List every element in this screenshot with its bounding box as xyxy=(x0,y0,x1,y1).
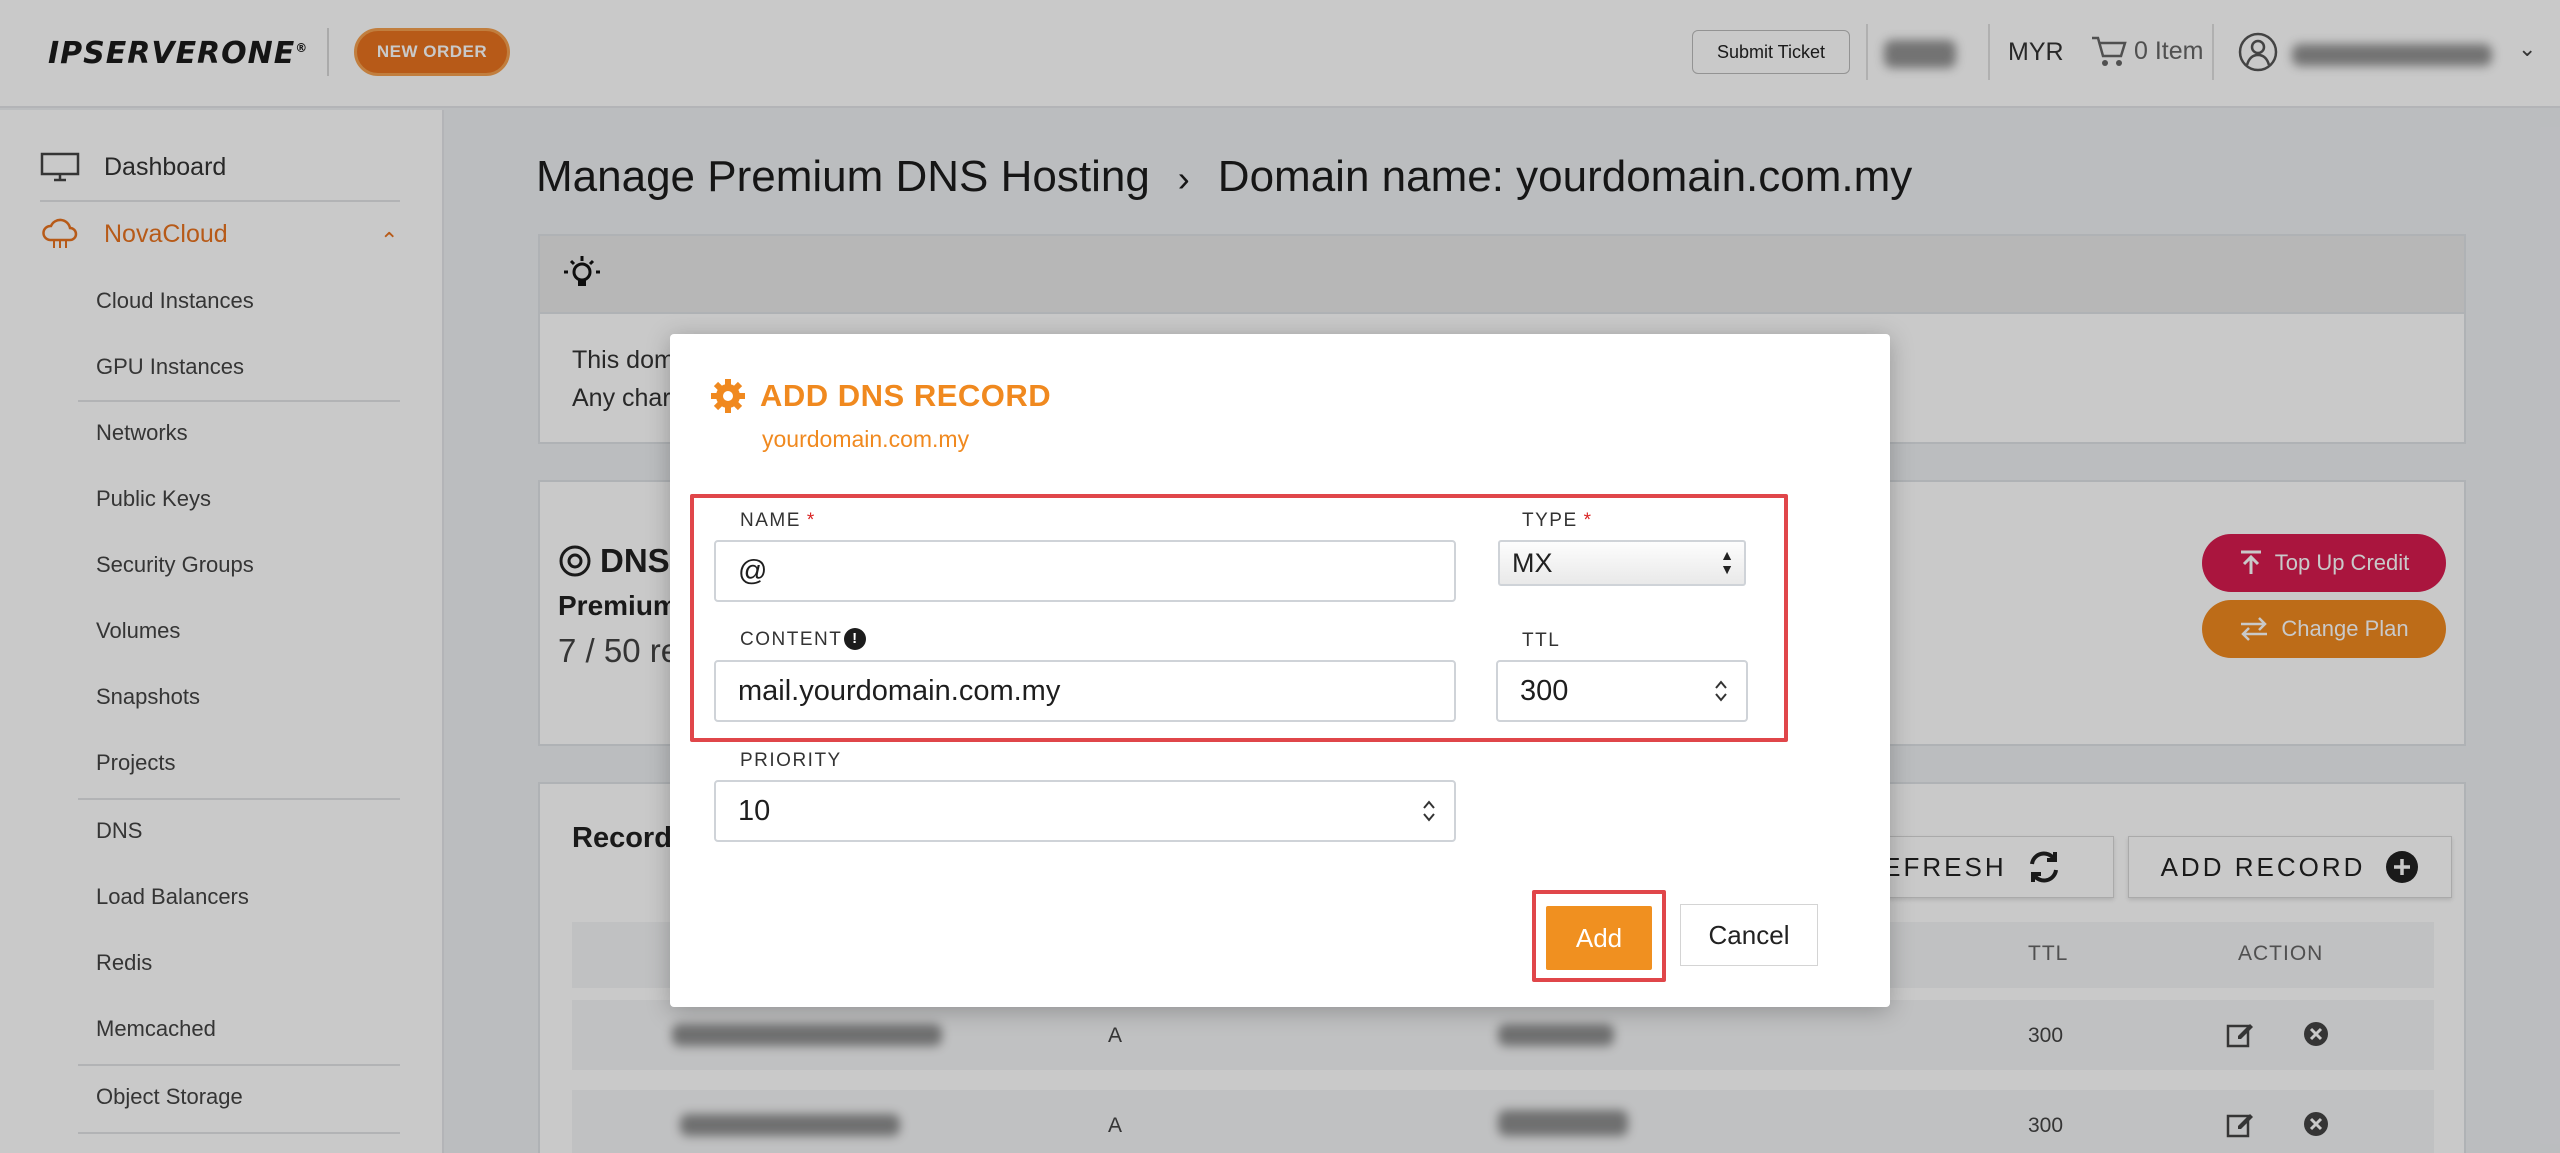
add-dns-record-dialog: ADD DNS RECORD yourdomain.com.my NAME * @… xyxy=(670,334,1890,1007)
content-input[interactable]: mail.yourdomain.com.my xyxy=(714,660,1456,722)
type-select-value: MX xyxy=(1512,547,1553,578)
name-input[interactable]: @ xyxy=(714,540,1456,602)
priority-label: PRIORITY xyxy=(740,750,842,771)
dialog-subtitle: yourdomain.com.my xyxy=(762,426,970,452)
name-label: NAME * xyxy=(740,510,816,531)
info-icon[interactable]: ! xyxy=(844,628,867,650)
type-select[interactable]: MX ▲ ▼ xyxy=(1498,540,1746,586)
ttl-label: TTL xyxy=(1522,630,1561,651)
cancel-button[interactable]: Cancel xyxy=(1680,904,1818,966)
stepper-icon[interactable] xyxy=(1714,678,1728,704)
gear-icon xyxy=(711,379,745,413)
select-arrows-icon: ▲ ▼ xyxy=(1720,547,1734,577)
add-button[interactable]: Add xyxy=(1546,906,1652,970)
priority-input[interactable]: 10 xyxy=(714,780,1456,842)
content-label: CONTENT! xyxy=(740,628,867,651)
dialog-title: ADD DNS RECORD xyxy=(710,378,1051,414)
ttl-input[interactable]: 300 xyxy=(1496,660,1748,722)
stepper-icon[interactable] xyxy=(1422,798,1436,824)
type-label: TYPE * xyxy=(1522,510,1593,531)
